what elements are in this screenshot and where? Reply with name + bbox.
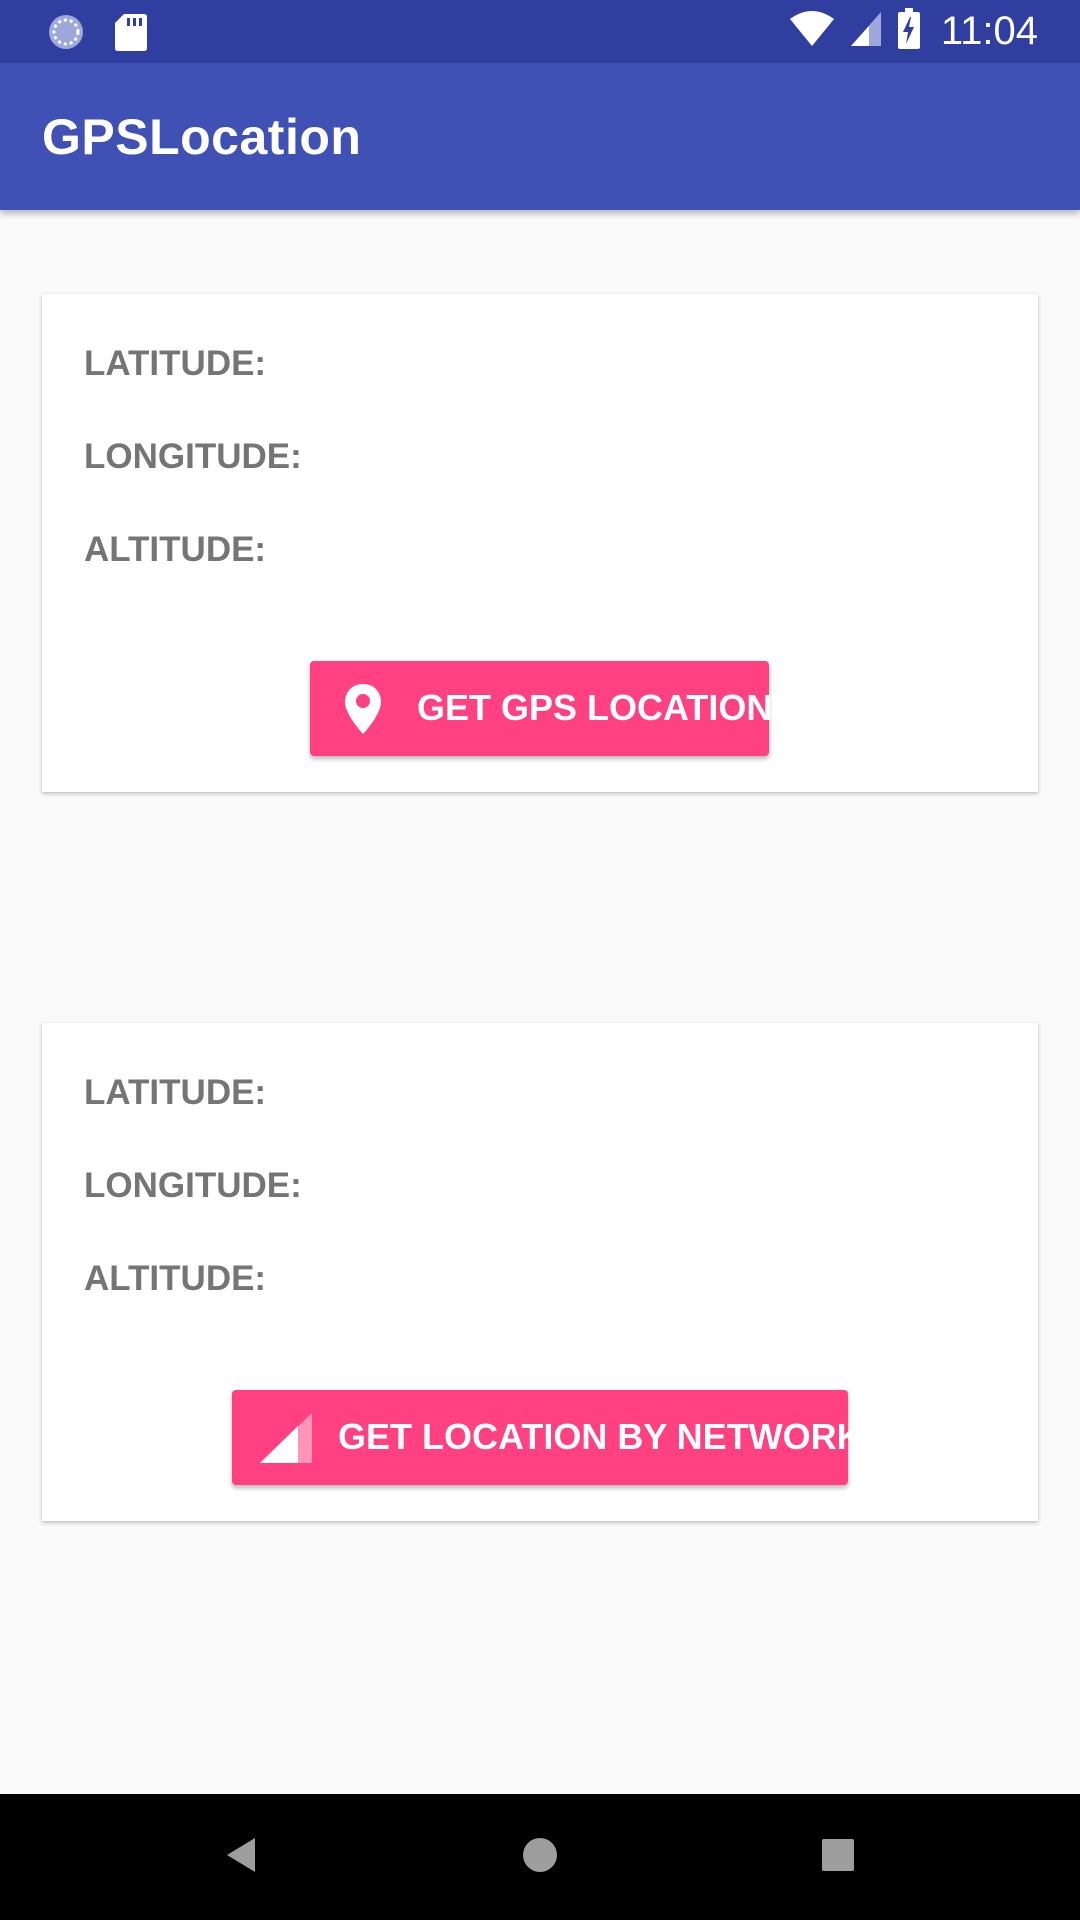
wifi-icon xyxy=(789,10,835,53)
network-signal-icon xyxy=(258,1390,314,1485)
back-button[interactable] xyxy=(211,1827,271,1887)
status-time: 11:04 xyxy=(940,9,1038,53)
gps-location-card: LATITUDE: LONGITUDE: ALTITUDE: GET GPS L… xyxy=(42,294,1038,792)
longitude-label: LONGITUDE: xyxy=(84,1166,302,1205)
location-pin-icon xyxy=(342,661,384,756)
get-gps-location-button[interactable]: GET GPS LOCATION xyxy=(310,661,773,756)
sync-icon xyxy=(46,12,86,57)
sd-card-icon xyxy=(114,12,148,57)
battery-charging-icon xyxy=(897,8,921,55)
latitude-label: LATITUDE: xyxy=(84,1073,267,1112)
back-icon xyxy=(223,1835,259,1880)
cell-signal-icon xyxy=(849,10,883,53)
app-title: GPSLocation xyxy=(42,109,362,165)
longitude-label: LONGITUDE: xyxy=(84,437,302,476)
home-icon xyxy=(521,1836,559,1879)
latitude-label: LATITUDE: xyxy=(84,344,267,383)
altitude-label: ALTITUDE: xyxy=(84,1259,267,1298)
recents-button[interactable] xyxy=(808,1827,868,1887)
status-indicators: 11:04 xyxy=(775,0,1038,63)
app-bar: GPSLocation xyxy=(0,63,1080,210)
altitude-label: ALTITUDE: xyxy=(84,530,267,569)
get-location-by-network-label: GET LOCATION BY NETWORK xyxy=(338,1416,863,1457)
recents-icon xyxy=(821,1838,855,1877)
status-bar: 11:04 xyxy=(0,0,1080,63)
get-gps-location-label: GET GPS LOCATION xyxy=(417,687,773,728)
home-button[interactable] xyxy=(510,1827,570,1887)
network-location-card: LATITUDE: LONGITUDE: ALTITUDE: GET LOCAT… xyxy=(42,1023,1038,1521)
navigation-bar xyxy=(0,1794,1080,1920)
get-location-by-network-button[interactable]: GET LOCATION BY NETWORK xyxy=(232,1390,863,1485)
